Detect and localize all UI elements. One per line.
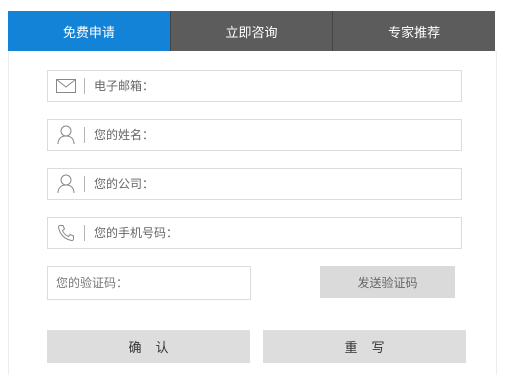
company-field-wrapper: [47, 168, 462, 200]
tab-expert-recommend[interactable]: 专家推荐: [332, 11, 496, 51]
reset-button[interactable]: 重写: [263, 330, 466, 363]
verification-code-wrapper: [47, 266, 251, 300]
send-code-button[interactable]: 发送验证码: [320, 266, 455, 298]
tab-free-apply[interactable]: 免费申请: [8, 11, 170, 51]
field-separator: [84, 127, 85, 143]
name-field[interactable]: [94, 120, 461, 150]
field-separator: [84, 176, 85, 192]
email-field-wrapper: [47, 70, 462, 102]
confirm-button[interactable]: 确认: [47, 330, 250, 363]
email-field[interactable]: [94, 71, 461, 101]
name-field-wrapper: [47, 119, 462, 151]
company-field[interactable]: [94, 169, 461, 199]
person-icon: [48, 120, 84, 150]
phone-field-wrapper: [47, 217, 462, 249]
field-separator: [84, 78, 85, 94]
person-icon: [48, 169, 84, 199]
tab-consult-now[interactable]: 立即咨询: [169, 11, 333, 51]
phone-field[interactable]: [94, 218, 461, 248]
field-separator: [84, 225, 85, 241]
phone-icon: [48, 218, 84, 248]
envelope-icon: [48, 71, 84, 101]
tab-bar: 免费申请 立即咨询 专家推荐: [8, 11, 496, 51]
verification-code-input[interactable]: [56, 267, 250, 299]
